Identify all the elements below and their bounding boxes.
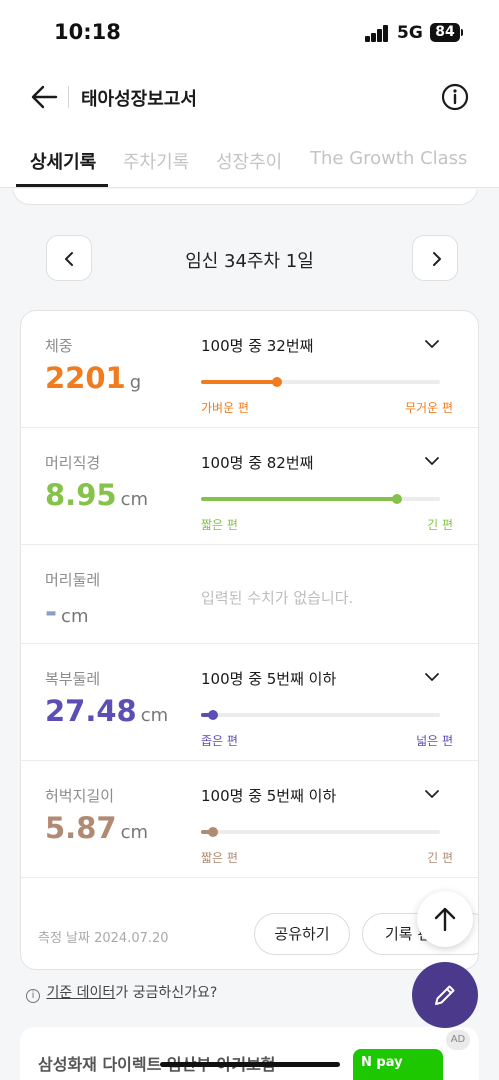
metric-value: - cm xyxy=(45,595,88,629)
metric-label: 복부둘레 xyxy=(45,670,101,688)
chevron-right-icon xyxy=(433,252,441,266)
app-header: 태아성장보고서 xyxy=(0,66,499,128)
high-label: 긴 편 xyxy=(427,518,453,532)
date-navigator: 임신 34주차 1일 xyxy=(0,235,499,285)
metric-rank: 100명 중 5번째 이하 xyxy=(201,787,337,805)
percentile-track xyxy=(201,827,440,837)
tab-detail-record[interactable]: 상세기록 xyxy=(30,148,96,174)
battery-cap xyxy=(461,29,463,36)
metric-rank: 100명 중 82번째 xyxy=(201,454,314,472)
write-record-button[interactable] xyxy=(412,962,478,1028)
metric-number: 2201 xyxy=(45,361,126,395)
metric-row[interactable]: 허벅지길이 5.87 cm 100명 중 5번째 이하짧은 편 긴 편 xyxy=(21,761,478,878)
measure-date: 측정 날짜 2024.07.20 xyxy=(38,931,169,946)
battery-icon: 84 xyxy=(430,23,460,42)
metric-label: 머리직경 xyxy=(45,454,101,472)
status-time: 10:18 xyxy=(54,20,121,44)
npay-logo: N pay xyxy=(353,1049,443,1080)
percentile-fill xyxy=(201,380,278,384)
tab-growth-trend[interactable]: 성장추이 xyxy=(216,148,282,174)
reference-data-link[interactable]: 기준 데이터 xyxy=(46,985,115,1001)
scroll-top-button[interactable] xyxy=(417,891,473,947)
low-label: 가벼운 편 xyxy=(201,401,249,415)
tab-weekly-record[interactable]: 주차기록 xyxy=(123,148,189,174)
ad-badge: AD xyxy=(446,1030,470,1050)
low-label: 좁은 편 xyxy=(201,734,238,748)
card-footer: 측정 날짜 2024.07.20 공유하기 기록 편 xyxy=(21,899,478,969)
percentile-marker xyxy=(207,710,218,720)
chevron-down-icon[interactable] xyxy=(423,335,441,353)
high-label: 긴 편 xyxy=(427,851,453,865)
main-content: 임신 34주차 1일 체중 2201 g 100명 중 32번째가벼운 편 무거운 편머… xyxy=(0,189,499,1080)
network-label: 5G xyxy=(397,23,423,43)
percentile-track xyxy=(201,710,440,720)
percentile-marker xyxy=(272,377,283,387)
pencil-icon xyxy=(435,985,455,1005)
arrow-up-icon xyxy=(434,907,456,932)
home-indicator xyxy=(160,1062,340,1067)
metric-row[interactable]: 복부둘레 27.48 cm 100명 중 5번째 이하좁은 편 넓은 편 xyxy=(21,644,478,761)
header-divider xyxy=(68,86,69,108)
metric-value: 8.95 cm xyxy=(45,478,148,512)
metric-label: 머리둘레 xyxy=(45,571,101,589)
back-arrow-icon[interactable] xyxy=(28,80,62,114)
metric-rank: 100명 중 32번째 xyxy=(201,337,314,355)
metric-number: 8.95 xyxy=(45,478,117,512)
ad-banner[interactable]: 삼성화재 다이렉트 임산부 아기보험 N pay xyxy=(20,1027,479,1080)
page-title: 태아성장보고서 xyxy=(81,89,197,110)
metric-rank: 100명 중 5번째 이하 xyxy=(201,670,337,688)
metric-value: 27.48 cm xyxy=(45,694,168,728)
active-tab-indicator xyxy=(16,184,108,187)
tab-growth-class[interactable]: The Growth Class xyxy=(310,148,467,169)
metric-unit: cm xyxy=(140,705,169,726)
chevron-down-icon[interactable] xyxy=(423,668,441,686)
reference-data-help: i 기준 데이터가 궁금하신가요? xyxy=(26,982,217,1003)
percentile-track xyxy=(201,494,440,504)
info-icon[interactable] xyxy=(440,82,470,112)
metric-row[interactable]: 체중 2201 g 100명 중 32번째가벼운 편 무거운 편 xyxy=(21,311,478,428)
share-button[interactable]: 공유하기 xyxy=(254,913,350,955)
metric-unit: cm xyxy=(61,606,89,627)
help-text: 가 궁금하신가요? xyxy=(115,985,218,1001)
metric-unit: cm xyxy=(120,822,148,843)
metric-unit: g xyxy=(129,372,142,393)
high-label: 넓은 편 xyxy=(416,734,453,748)
metric-unit: cm xyxy=(120,489,148,510)
empty-value-text: 입력된 수치가 없습니다. xyxy=(201,589,354,607)
metric-value: 5.87 cm xyxy=(45,811,148,845)
high-label: 무거운 편 xyxy=(405,401,453,415)
metric-row[interactable]: 머리직경 8.95 cm 100명 중 82번째짧은 편 긴 편 xyxy=(21,428,478,545)
info-small-icon: i xyxy=(26,989,40,1003)
chevron-down-icon[interactable] xyxy=(423,785,441,803)
low-label: 짧은 편 xyxy=(201,518,238,532)
measurement-card: 체중 2201 g 100명 중 32번째 가벼운 편 무거운 편 머리직경 8.95 cm 10… xyxy=(20,310,479,970)
percentile-marker xyxy=(391,494,402,504)
percentile-marker xyxy=(207,827,218,837)
status-bar: 10:18 5G 84 xyxy=(0,0,499,66)
metric-number: - xyxy=(45,595,58,629)
tab-bar: 상세기록 주차기록 성장추이 The Growth Class xyxy=(0,128,499,188)
npay-text: N pay xyxy=(361,1055,403,1070)
metric-label: 허벅지길이 xyxy=(45,787,115,805)
signal-icon xyxy=(365,24,391,42)
metric-number: 27.48 xyxy=(45,694,137,728)
metric-value: 2201 g xyxy=(45,361,141,395)
previous-card-edge xyxy=(12,189,478,205)
chevron-down-icon[interactable] xyxy=(423,452,441,470)
percentile-fill xyxy=(201,497,397,501)
next-date-button[interactable] xyxy=(412,235,458,281)
metric-number: 5.87 xyxy=(45,811,117,845)
low-label: 짧은 편 xyxy=(201,851,238,865)
metric-label: 체중 xyxy=(45,337,73,355)
metric-row[interactable]: 머리둘레 - cm 입력된 수치가 없습니다. xyxy=(21,545,478,644)
percentile-track xyxy=(201,377,440,387)
